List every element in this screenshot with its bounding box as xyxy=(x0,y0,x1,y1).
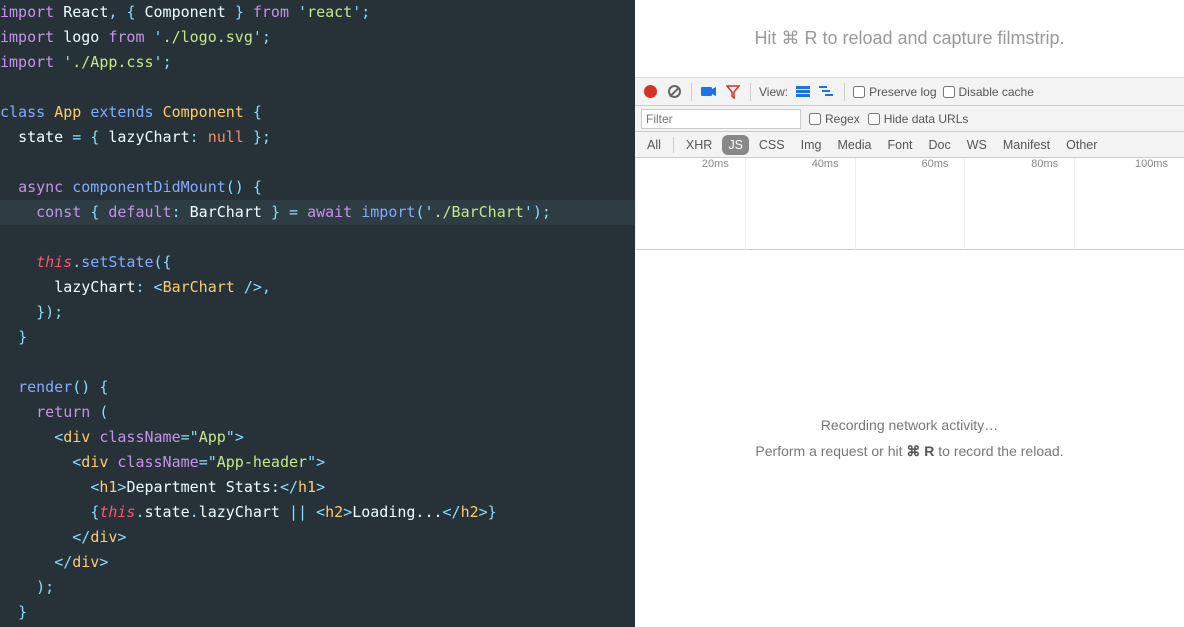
clear-button[interactable] xyxy=(665,83,683,101)
empty-state: Recording network activity… Perform a re… xyxy=(635,250,1184,627)
separator xyxy=(691,83,692,101)
view-label: View: xyxy=(759,85,788,99)
timeline-tick: 20ms xyxy=(635,158,745,176)
filter-input[interactable] xyxy=(641,109,801,129)
filter-tab-xhr[interactable]: XHR xyxy=(680,135,718,155)
regex-checkbox[interactable]: Regex xyxy=(809,112,860,126)
disable-cache-checkbox[interactable]: Disable cache xyxy=(943,85,1034,99)
view-waterfall-icon[interactable] xyxy=(818,83,836,101)
devtools-panel: Hit ⌘ R to reload and capture filmstrip.… xyxy=(635,0,1184,627)
timeline-tick: 60ms xyxy=(855,158,965,176)
hide-data-urls-checkbox[interactable]: Hide data URLs xyxy=(868,112,969,126)
filter-tab-img[interactable]: Img xyxy=(795,135,828,155)
timeline-tick: 80ms xyxy=(964,158,1074,176)
filter-toolbar: Regex Hide data URLs xyxy=(635,106,1184,132)
filter-tab-doc[interactable]: Doc xyxy=(923,135,957,155)
filter-tab-js[interactable]: JS xyxy=(722,135,749,155)
filter-icon[interactable] xyxy=(724,83,742,101)
timeline-tick: 100ms xyxy=(1074,158,1184,176)
record-button[interactable] xyxy=(641,83,659,101)
timeline-body xyxy=(635,176,1184,250)
recording-label: Recording network activity… xyxy=(821,417,998,433)
preserve-log-checkbox[interactable]: Preserve log xyxy=(853,85,936,99)
filter-tab-other[interactable]: Other xyxy=(1060,135,1103,155)
separator xyxy=(750,83,751,101)
timeline-ruler: 20ms40ms60ms80ms100ms xyxy=(635,158,1184,176)
timeline-tick: 40ms xyxy=(745,158,855,176)
separator xyxy=(844,83,845,101)
filter-tab-css[interactable]: CSS xyxy=(753,135,791,155)
screenshot-button[interactable] xyxy=(700,83,718,101)
timeline[interactable]: 20ms40ms60ms80ms100ms xyxy=(635,158,1184,250)
code-editor[interactable]: import React, { Component } from 'react'… xyxy=(0,0,635,627)
filter-tab-ws[interactable]: WS xyxy=(961,135,993,155)
filter-tab-all[interactable]: All xyxy=(641,135,667,155)
view-large-icon[interactable] xyxy=(794,83,812,101)
filmstrip-hint: Hit ⌘ R to reload and capture filmstrip. xyxy=(635,0,1184,78)
filter-tab-media[interactable]: Media xyxy=(831,135,877,155)
type-filter-tabs: All XHRJSCSSImgMediaFontDocWSManifestOthe… xyxy=(635,132,1184,158)
instruction-label: Perform a request or hit ⌘ R to record t… xyxy=(755,443,1063,460)
filter-tab-font[interactable]: Font xyxy=(882,135,919,155)
network-toolbar: View: Preserve log Disable cache xyxy=(635,78,1184,106)
filter-tab-manifest[interactable]: Manifest xyxy=(997,135,1056,155)
